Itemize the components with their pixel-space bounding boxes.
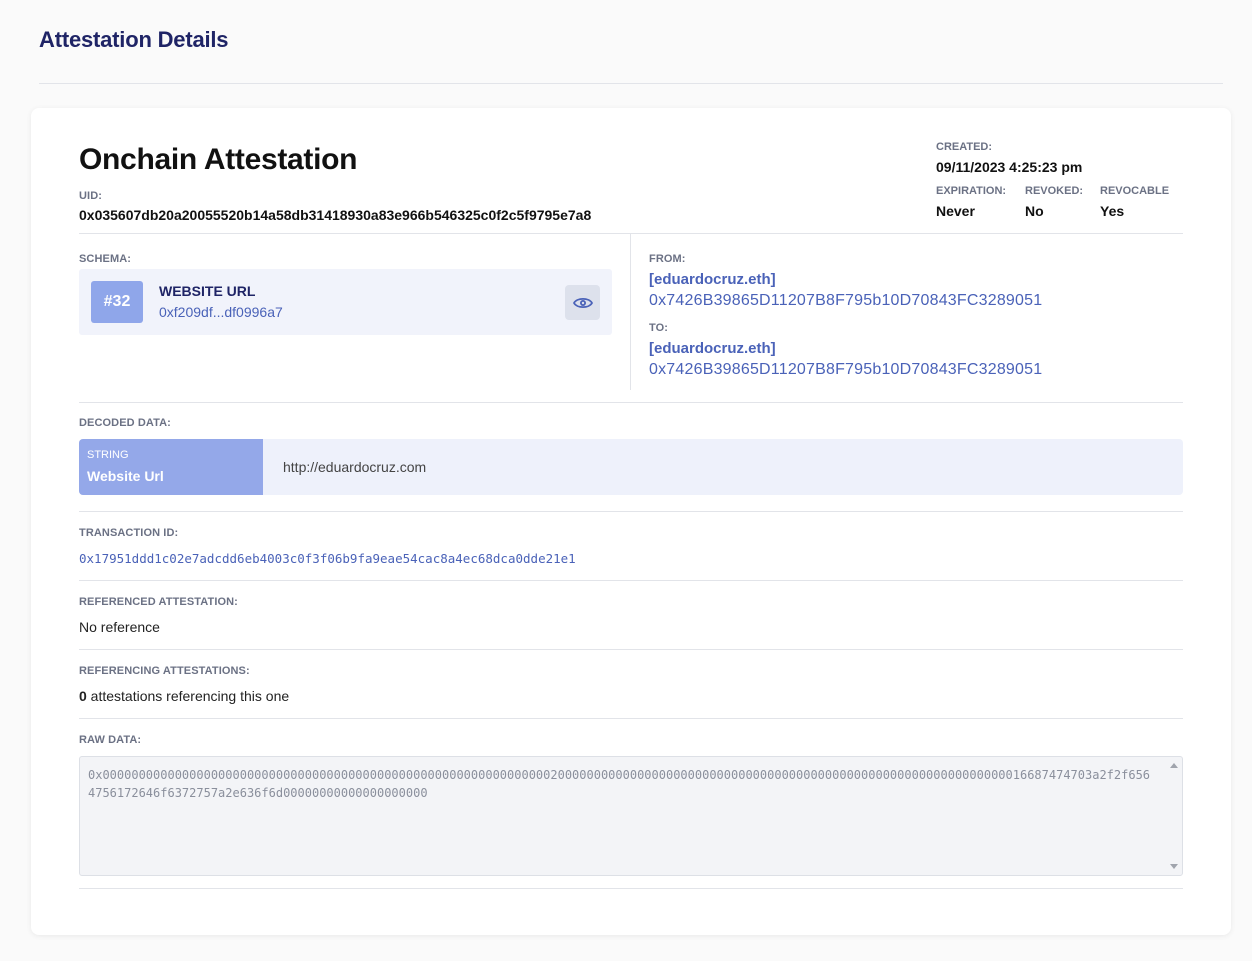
from-address-link[interactable]: 0x7426B39865D11207B8F795b10D70843FC32890… [649,292,1042,310]
schema-number-badge[interactable]: #32 [91,281,143,323]
referenced-attestation-value: No reference [79,619,160,635]
expiration-value: Never [936,203,975,219]
to-ens-link[interactable]: [eduardocruz.eth] [649,340,776,357]
referencing-suffix: attestations referencing this one [86,688,290,704]
referencing-attestations-label: REFERENCING ATTESTATIONS: [79,665,250,677]
divider [79,888,1183,889]
uid-label: UID: [79,190,103,202]
divider [79,649,1183,650]
decoded-field-value: http://eduardocruz.com [283,459,427,475]
raw-data-textarea[interactable]: 0x00000000000000000000000000000000000000… [79,756,1183,876]
decoded-data-row: STRING Website Url http://eduardocruz.co… [79,439,1183,495]
divider [79,402,1183,403]
schema-name[interactable]: WEBSITE URL [159,283,255,299]
raw-data-scrollbar[interactable] [1166,757,1182,875]
raw-data-value: 0x00000000000000000000000000000000000000… [88,768,1151,800]
revoked-label: REVOKED: [1025,185,1084,197]
header-divider [39,83,1223,84]
referenced-attestation-label: REFERENCED ATTESTATION: [79,596,238,608]
decoded-field-name: Website Url [87,468,164,484]
transaction-id-link[interactable]: 0x17951ddd1c02e7adcdd6eb4003c0f3f06b9fa9… [79,551,576,566]
referencing-count: 0 [79,688,87,704]
created-label: CREATED: [936,141,993,153]
decoded-type-label: STRING [87,449,129,461]
expiration-label: EXPIRATION: [936,185,1007,197]
raw-data-label: RAW DATA: [79,734,142,746]
attestation-title: Onchain Attestation [79,143,358,176]
scroll-up-icon[interactable] [1170,763,1178,768]
to-label: TO: [649,322,669,334]
divider [79,511,1183,512]
revocable-value: Yes [1100,203,1125,219]
decoded-data-label: DECODED DATA: [79,417,171,429]
divider [79,580,1183,581]
uid-value: 0x035607db20a20055520b14a58db31418930a83… [79,207,592,223]
divider [79,233,1183,234]
attestation-card: Onchain Attestation UID: 0x035607db20a20… [31,108,1231,935]
page-title: Attestation Details [39,27,229,52]
from-ens-link[interactable]: [eduardocruz.eth] [649,271,776,288]
revoked-value: No [1025,203,1044,219]
column-divider [630,234,631,390]
schema-card[interactable]: #32 WEBSITE URL 0xf209df...df0996a7 [79,269,612,335]
transaction-id-label: TRANSACTION ID: [79,527,179,539]
decoded-field-type: STRING Website Url [79,439,263,495]
scroll-down-icon[interactable] [1170,864,1178,869]
schema-label: SCHEMA: [79,253,132,265]
referencing-attestations-value: 0 attestations referencing this one [79,688,289,704]
eye-icon [572,297,593,308]
to-address-link[interactable]: 0x7426B39865D11207B8F795b10D70843FC32890… [649,361,1042,379]
from-label: FROM: [649,253,686,265]
schema-uid-link[interactable]: 0xf209df...df0996a7 [159,304,283,320]
divider [79,718,1183,719]
created-value: 09/11/2023 4:25:23 pm [936,159,1083,175]
view-schema-button[interactable] [565,285,600,320]
revocable-label: REVOCABLE [1100,185,1170,197]
